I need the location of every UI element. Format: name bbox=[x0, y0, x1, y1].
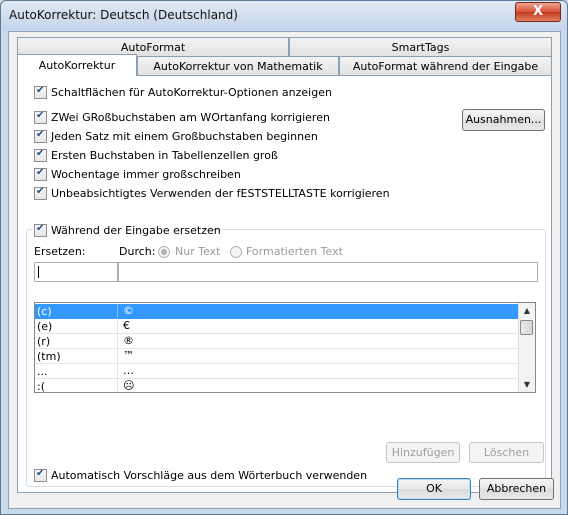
entry-to: ☹ bbox=[123, 379, 135, 392]
window-title: AutoKorrektur: Deutsch (Deutschland) bbox=[9, 8, 238, 22]
formatted-text-label: Formatierten Text bbox=[246, 245, 343, 258]
scroll-up-arrow[interactable]: ▲ bbox=[519, 303, 535, 318]
caps-lock-checkbox[interactable] bbox=[34, 186, 47, 200]
list-item[interactable]: ... … bbox=[35, 364, 519, 379]
entry-to: © bbox=[123, 304, 134, 317]
two-initial-caps-checkbox[interactable] bbox=[34, 110, 47, 124]
weekdays-label: Wochentage immer großschreiben bbox=[51, 168, 241, 181]
cancel-button[interactable]: Abbrechen bbox=[479, 478, 554, 500]
tab-smarttags[interactable]: SmartTags bbox=[289, 37, 552, 56]
with-label: Durch: bbox=[119, 245, 156, 258]
formatted-text-radio[interactable] bbox=[230, 246, 242, 258]
table-cells-checkbox[interactable] bbox=[34, 148, 47, 162]
replacement-list[interactable]: (c) © (e) € (r) ® (tm) ™ ... …:(☹ ▲ ▼ bbox=[34, 302, 536, 393]
ok-button[interactable]: OK bbox=[397, 478, 471, 500]
entry-from: :( bbox=[37, 380, 45, 393]
plain-text-label: Nur Text bbox=[175, 245, 221, 258]
entry-from: (e) bbox=[37, 320, 53, 333]
column-divider bbox=[117, 304, 118, 319]
replace-label: Ersetzen: bbox=[34, 245, 86, 258]
entry-from: (c) bbox=[37, 305, 52, 318]
show-buttons-checkbox[interactable] bbox=[34, 85, 47, 99]
replace-while-typing-checkbox[interactable] bbox=[34, 223, 47, 237]
dictionary-suggestions-label: Automatisch Vorschläge aus dem Wörterbuc… bbox=[51, 469, 368, 482]
plain-text-radio[interactable] bbox=[158, 246, 170, 258]
column-divider bbox=[117, 334, 118, 349]
capitalize-sentence-checkbox[interactable] bbox=[34, 129, 47, 143]
list-item[interactable]: (tm) ™ bbox=[35, 349, 519, 364]
column-divider bbox=[117, 379, 118, 392]
exceptions-button[interactable]: Ausnahmen... bbox=[462, 109, 545, 131]
dictionary-suggestions-checkbox[interactable] bbox=[34, 468, 47, 482]
list-item[interactable]: :( ☹ bbox=[35, 379, 519, 393]
replace-while-typing-label: Während der Eingabe ersetzen bbox=[51, 224, 221, 237]
delete-button[interactable]: Löschen bbox=[469, 442, 544, 463]
show-buttons-label: Schaltflächen für AutoKorrektur-Optionen… bbox=[51, 86, 332, 99]
tab-autokorrektur-mathematik[interactable]: AutoKorrektur von Mathematik bbox=[137, 56, 339, 75]
entry-to: … bbox=[123, 364, 134, 377]
column-divider bbox=[117, 349, 118, 364]
entry-from: (r) bbox=[37, 335, 51, 348]
caps-lock-label: Unbeabsichtigtes Verwenden der fESTSTELL… bbox=[51, 187, 390, 200]
table-cells-label: Ersten Buchstaben in Tabellenzellen groß bbox=[51, 149, 278, 162]
entry-to: ® bbox=[123, 334, 134, 347]
dialog-client: AutoFormat SmartTags AutoKorrektur AutoK… bbox=[8, 31, 561, 509]
entry-from: (tm) bbox=[37, 350, 61, 363]
add-button[interactable]: Hinzufügen bbox=[386, 442, 460, 463]
scroll-down-arrow[interactable]: ▼ bbox=[519, 377, 535, 392]
list-item[interactable]: (c) © bbox=[35, 304, 519, 319]
scroll-thumb[interactable] bbox=[520, 320, 533, 335]
autocorrect-panel: Schaltflächen für AutoKorrektur-Optionen… bbox=[17, 75, 552, 493]
close-button[interactable]: X bbox=[515, 2, 561, 22]
entry-from: ... bbox=[37, 365, 48, 378]
replace-input[interactable] bbox=[34, 262, 118, 282]
column-divider bbox=[117, 364, 118, 379]
entry-to: € bbox=[123, 319, 130, 332]
with-input[interactable] bbox=[118, 262, 538, 282]
tab-autoformat-eingabe[interactable]: AutoFormat während der Eingabe bbox=[339, 56, 552, 75]
list-item[interactable]: (r) ® bbox=[35, 334, 519, 349]
list-scrollbar[interactable]: ▲ ▼ bbox=[518, 303, 535, 392]
autocorrect-dialog: AutoKorrektur: Deutsch (Deutschland) X A… bbox=[0, 0, 568, 515]
tab-autokorrektur[interactable]: AutoKorrektur bbox=[17, 54, 137, 76]
entry-to: ™ bbox=[123, 349, 134, 362]
replace-group-header: Während der Eingabe ersetzen bbox=[32, 222, 221, 238]
text-caret bbox=[38, 266, 39, 278]
weekdays-checkbox[interactable] bbox=[34, 167, 47, 181]
column-divider bbox=[117, 319, 118, 334]
title-bar: AutoKorrektur: Deutsch (Deutschland) X bbox=[1, 1, 567, 31]
two-initial-caps-label: ZWei GRoßbuchstaben am WOrtanfang korrig… bbox=[51, 111, 330, 124]
capitalize-sentence-label: Jeden Satz mit einem Großbuchstaben begi… bbox=[51, 130, 318, 143]
list-item[interactable]: (e) € bbox=[35, 319, 519, 334]
